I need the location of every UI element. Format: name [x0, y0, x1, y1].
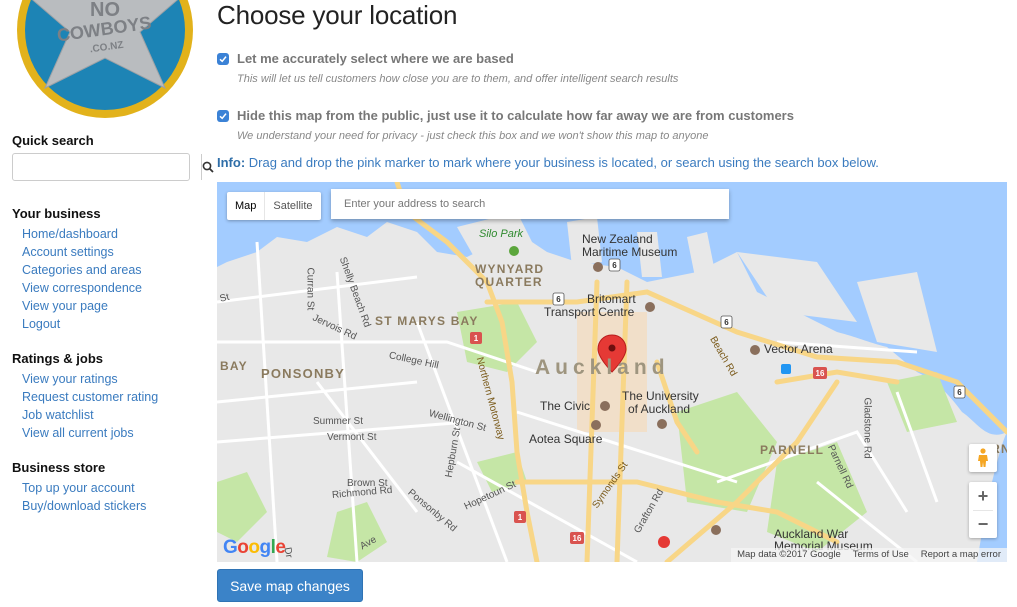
hide-map-checkbox[interactable]	[217, 110, 229, 122]
map-type-map-button[interactable]: Map	[227, 192, 266, 220]
option-help-text: This will let us tell customers how clos…	[237, 73, 679, 85]
map-label: The Civic	[540, 399, 591, 413]
sidebar-item-buy-stickers[interactable]: Buy/download stickers	[22, 497, 146, 515]
option-help-text: We understand your need for privacy - ju…	[237, 130, 709, 142]
map-label: PARNELL	[760, 443, 825, 457]
map-label: Aotea Square	[529, 432, 603, 446]
sidebar-item-home-dashboard[interactable]: Home/dashboard	[22, 225, 142, 243]
svg-text:16: 16	[816, 369, 825, 378]
option-hide-map: Hide this map from the public, just use …	[217, 108, 794, 123]
sidebar-item-request-rating[interactable]: Request customer rating	[22, 388, 158, 406]
checkmark-icon	[219, 56, 227, 63]
map-label: Britomart	[587, 292, 636, 306]
map-label: Auckland	[535, 356, 670, 379]
location-map[interactable]: 1 1 16 16 6 6 6 6 Silo Park New Zealand …	[217, 182, 1007, 562]
no-cowboys-logo[interactable]: NO COWBOYS .CO.NZ	[15, 0, 195, 120]
report-map-error-link[interactable]: Report a map error	[915, 548, 1007, 562]
map-type-control: Map Satellite	[227, 192, 321, 220]
search-icon	[202, 161, 214, 173]
map-label: ST MARYS BAY	[375, 314, 479, 328]
map-label: of Auckland	[628, 402, 691, 416]
option-accurate-location: Let me accurately select where we are ba…	[217, 51, 514, 66]
map-label: New Zealand	[582, 232, 653, 246]
map-label: Transport Centre	[544, 305, 635, 319]
svg-text:1: 1	[474, 334, 479, 343]
road-label: Curran St	[304, 267, 316, 311]
svg-text:16: 16	[573, 534, 582, 543]
sidebar-item-view-your-page[interactable]: View your page	[22, 297, 142, 315]
map-attribution: Map data ©2017 Google Terms of Use Repor…	[731, 548, 1007, 562]
svg-text:6: 6	[556, 295, 561, 304]
map-label: The University	[622, 389, 699, 403]
sidebar-item-view-correspondence[interactable]: View correspondence	[22, 279, 142, 297]
map-label: Silo Park	[479, 228, 524, 240]
sidebar-item-view-ratings[interactable]: View your ratings	[22, 370, 158, 388]
page-title: Choose your location	[217, 0, 458, 30]
info-label: Info:	[217, 155, 246, 170]
nav-section-business-store: Business store Top up your account Buy/d…	[12, 460, 146, 515]
quick-search-box	[12, 153, 214, 181]
svg-text:6: 6	[612, 261, 617, 270]
nav-section-title: Business store	[12, 460, 106, 475]
zoom-control: + −	[969, 482, 997, 538]
option-label: Let me accurately select where we are ba…	[237, 51, 514, 66]
sidebar-item-job-watchlist[interactable]: Job watchlist	[22, 406, 158, 424]
road-label: Summer St	[313, 416, 364, 427]
svg-text:6: 6	[957, 388, 962, 397]
sidebar-item-categories-areas[interactable]: Categories and areas	[22, 261, 142, 279]
svg-text:1: 1	[518, 513, 523, 522]
quick-search-input[interactable]	[13, 154, 201, 180]
zoom-out-button[interactable]: −	[969, 510, 997, 538]
nav-section-your-business: Your business Home/dashboard Account set…	[12, 206, 142, 333]
nav-section-title: Your business	[12, 206, 101, 221]
pegman-icon	[978, 448, 988, 467]
nav-section-ratings-jobs: Ratings & jobs View your ratings Request…	[12, 351, 158, 442]
road-label: Gladstone Rd	[861, 397, 873, 459]
save-map-changes-button[interactable]: Save map changes	[217, 569, 363, 602]
info-text: Drag and drop the pink marker to mark wh…	[245, 155, 879, 170]
map-label: Vector Arena	[764, 342, 833, 356]
sidebar-item-view-current-jobs[interactable]: View all current jobs	[22, 424, 158, 442]
map-label: Maritime Museum	[582, 245, 678, 259]
map-label: BAY	[220, 359, 248, 373]
map-label: QUARTER	[475, 275, 543, 289]
google-logo[interactable]: Google	[223, 537, 286, 559]
sidebar-item-account-settings[interactable]: Account settings	[22, 243, 142, 261]
quick-search-title: Quick search	[12, 133, 94, 148]
info-message: Info: Drag and drop the pink marker to m…	[217, 155, 879, 170]
option-label: Hide this map from the public, just use …	[237, 108, 794, 123]
sidebar-item-top-up-account[interactable]: Top up your account	[22, 479, 146, 497]
map-label: PONSONBY	[261, 366, 346, 381]
checkmark-icon	[219, 113, 227, 120]
zoom-in-button[interactable]: +	[969, 482, 997, 510]
accurate-location-checkbox[interactable]	[217, 53, 229, 65]
terms-of-use-link[interactable]: Terms of Use	[847, 548, 915, 562]
map-data-credit: Map data ©2017 Google	[737, 549, 841, 560]
svg-text:6: 6	[724, 318, 729, 327]
sidebar-item-logout[interactable]: Logout	[22, 315, 142, 333]
street-view-pegman[interactable]	[969, 444, 997, 472]
divider	[973, 510, 993, 511]
nav-section-title: Ratings & jobs	[12, 351, 104, 366]
map-type-satellite-button[interactable]: Satellite	[265, 192, 320, 220]
map-label: WYNYARD	[475, 262, 545, 276]
quick-search-button[interactable]	[201, 154, 214, 180]
address-search-input[interactable]	[331, 189, 729, 219]
road-label: Vermont St	[327, 432, 377, 443]
